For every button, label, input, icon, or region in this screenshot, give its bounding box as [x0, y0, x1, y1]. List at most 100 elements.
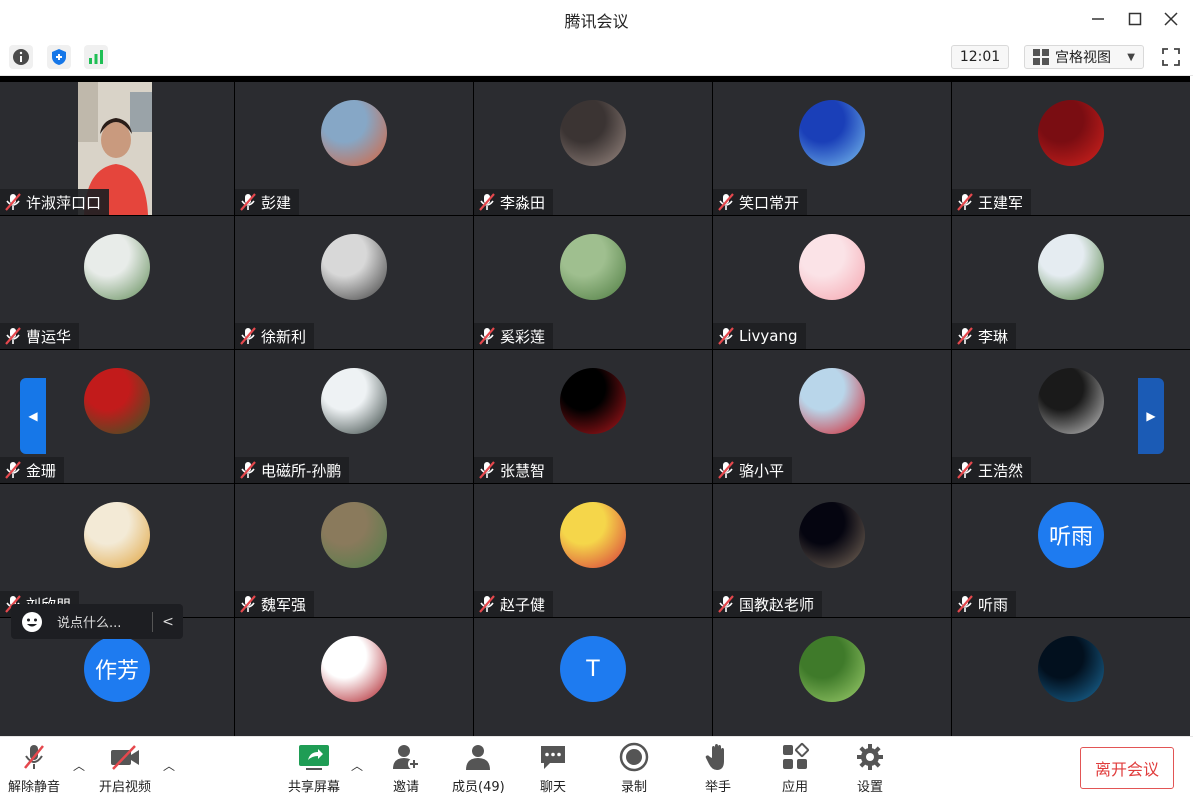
share-screen-button[interactable]: 共享屏幕 [288, 741, 340, 795]
mic-muted-icon [4, 460, 26, 480]
participant-name-bar: 奚彩莲 [474, 323, 554, 349]
participant-name-bar: 张慧智 [474, 457, 554, 483]
mic-muted-icon [956, 326, 978, 346]
avatar-initials: 作芳 [94, 659, 139, 684]
avatar [560, 502, 626, 568]
mic-muted-icon [239, 460, 261, 480]
avatar [321, 636, 387, 702]
record-button[interactable]: 录制 [617, 741, 651, 795]
previous-page-button[interactable]: ◀ [20, 378, 46, 454]
participant-name-bar: 魏军强 [235, 591, 315, 617]
signal-icon[interactable] [84, 45, 108, 69]
avatar: 听雨 [1038, 502, 1104, 568]
participant-name-bar: 骆小平 [713, 457, 793, 483]
start-video-button[interactable]: 开启视频 [99, 741, 151, 795]
avatar [84, 368, 150, 434]
unmute-button[interactable]: 解除静音 [8, 741, 60, 795]
participant-tile[interactable]: 听雨 听雨 [952, 484, 1190, 617]
close-icon[interactable] [1160, 8, 1182, 30]
share-options-chevron-icon[interactable]: ︿ [351, 757, 363, 774]
mic-muted-icon [956, 594, 978, 614]
participant-tile[interactable]: 魏军强 [235, 484, 473, 617]
avatar [560, 368, 626, 434]
members-button[interactable]: 成员(49) [452, 741, 505, 795]
avatar [321, 234, 387, 300]
participant-tile[interactable]: 李琳 [952, 216, 1190, 349]
video-options-chevron-icon[interactable]: ︿ [163, 757, 175, 774]
collapse-chevron-icon[interactable]: < [153, 614, 183, 630]
chat-input-placeholder[interactable]: 说点什么... [57, 612, 121, 631]
avatar [84, 234, 150, 300]
participant-tile[interactable]: 戚平军 [235, 618, 473, 736]
avatar-initials: T [586, 656, 600, 682]
participant-tile[interactable]: 电磁所-王飞 [952, 618, 1190, 736]
mic-muted-icon [478, 460, 500, 480]
audio-options-chevron-icon[interactable]: ︿ [73, 757, 85, 774]
chat-button[interactable]: 聊天 [536, 741, 570, 795]
minimize-icon[interactable] [1087, 8, 1109, 30]
participant-tile[interactable]: 曹运华 [0, 216, 234, 349]
mic-muted-icon [4, 326, 26, 346]
participant-tile[interactable]: 李淼田 [474, 82, 712, 215]
participant-tile[interactable]: 张慧智 [474, 350, 712, 483]
chat-label: 聊天 [539, 780, 566, 795]
participant-tile[interactable]: 彭建 [235, 82, 473, 215]
emoji-icon[interactable] [21, 611, 43, 633]
mic-muted-icon [239, 192, 261, 212]
raise-hand-button[interactable]: 举手 [701, 741, 735, 795]
participant-name-bar: 彭建 [235, 189, 300, 215]
next-page-button[interactable]: ▶ [1138, 378, 1164, 454]
participant-tile[interactable]: Livyang [713, 216, 951, 349]
participant-name-bar: 赵子健 [474, 591, 554, 617]
mic-muted-icon [4, 192, 26, 212]
view-mode-dropdown[interactable]: 宫格视图 ▼ [1024, 45, 1144, 69]
participant-tile[interactable]: 电磁所-孙鹏 [235, 350, 473, 483]
participant-tile[interactable]: 王地人和 [713, 618, 951, 736]
avatar-initials: 听雨 [1048, 525, 1093, 550]
avatar [799, 234, 865, 300]
status-bar: 12:01 宫格视图 ▼ [0, 38, 1193, 76]
window-title: 腾讯会议 [564, 12, 629, 31]
participant-tile[interactable]: 国教赵老师 [713, 484, 951, 617]
participant-name-bar: 王浩然 [952, 457, 1032, 483]
participant-name: 李淼田 [500, 193, 546, 212]
participant-name-bar: 国教赵老师 [713, 591, 823, 617]
avatar [560, 100, 626, 166]
quick-chat-popup[interactable]: 说点什么... < [11, 604, 183, 639]
mic-muted-icon [239, 594, 261, 614]
participant-tile[interactable]: 奚彩莲 [474, 216, 712, 349]
participant-tile[interactable]: 徐新利 [235, 216, 473, 349]
invite-button[interactable]: 邀请 [389, 741, 423, 795]
members-icon [461, 741, 495, 773]
maximize-icon[interactable] [1124, 8, 1146, 30]
participant-tile[interactable]: 许淑萍口口 [0, 82, 234, 215]
participant-name-bar: 笑口常开 [713, 189, 808, 215]
fullscreen-icon[interactable] [1159, 45, 1183, 69]
avatar [1038, 234, 1104, 300]
avatar [799, 100, 865, 166]
participant-tile[interactable]: TTsunami [474, 618, 712, 736]
participant-tile[interactable]: 刘欣朋 [0, 484, 234, 617]
mic-muted-icon [478, 594, 500, 614]
participant-name: 笑口常开 [739, 193, 800, 212]
participant-tile[interactable]: 王建军 [952, 82, 1190, 215]
meeting-window: 腾讯会议 12:01 宫格视图 ▼ 许淑萍口口彭建 李淼田 笑口常开 王建军 曹… [0, 0, 1193, 798]
apps-button[interactable]: 应用 [778, 741, 812, 795]
participant-name-bar: 李琳 [952, 323, 1017, 349]
settings-label: 设置 [856, 780, 883, 795]
meeting-clock: 12:01 [951, 45, 1009, 69]
unmute-label: 解除静音 [8, 780, 61, 795]
participant-name-bar: 电磁所-孙鹏 [235, 457, 350, 483]
participant-tile[interactable]: 骆小平 [713, 350, 951, 483]
gear-icon [853, 741, 887, 773]
participant-name-bar: 金珊 [0, 457, 65, 483]
shield-icon[interactable] [47, 45, 71, 69]
mic-muted-icon [956, 460, 978, 480]
participant-tile[interactable]: 笑口常开 [713, 82, 951, 215]
participant-tile[interactable]: 赵子健 [474, 484, 712, 617]
leave-meeting-button[interactable]: 离开会议 [1080, 747, 1174, 789]
avatar [321, 502, 387, 568]
settings-button[interactable]: 设置 [853, 741, 887, 795]
info-icon[interactable] [9, 45, 33, 69]
mic-muted-icon [717, 326, 739, 346]
